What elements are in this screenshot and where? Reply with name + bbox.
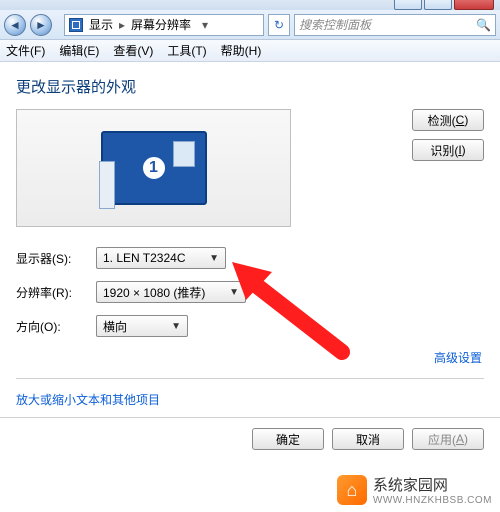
monitor-dropdown[interactable]: 1. LEN T2324C ▼ xyxy=(96,247,226,269)
forward-button[interactable]: ► xyxy=(30,14,52,36)
watermark-url: WWW.HNZKHBSB.COM xyxy=(373,495,492,506)
display-arrangement-box[interactable]: 1 xyxy=(16,109,291,227)
taskbar-icon xyxy=(99,161,115,209)
identify-button[interactable]: 识别(I) xyxy=(412,139,484,161)
close-button[interactable] xyxy=(454,0,494,10)
window-titlebar xyxy=(0,0,500,10)
chevron-down-icon: ▼ xyxy=(209,253,219,264)
watermark: ⌂ 系统家园网 WWW.HNZKHBSB.COM xyxy=(333,472,496,508)
content-pane: 更改显示器的外观 1 检测(C) 识别(I) 显示器(S): 1. LEN T2… xyxy=(0,62,500,455)
detect-button[interactable]: 检测(C) xyxy=(412,109,484,131)
label-resolution: 分辨率(R): xyxy=(16,284,96,301)
resolution-value: 1920 × 1080 (推荐) xyxy=(103,284,205,301)
menu-help[interactable]: 帮助(H) xyxy=(221,42,262,59)
watermark-title: 系统家园网 xyxy=(373,474,492,495)
menu-edit[interactable]: 编辑(E) xyxy=(59,42,99,59)
chevron-down-icon: ▼ xyxy=(171,321,181,332)
advanced-settings-link[interactable]: 高级设置 xyxy=(434,351,482,365)
row-resolution: 分辨率(R): 1920 × 1080 (推荐) ▼ xyxy=(16,281,484,303)
watermark-logo-icon: ⌂ xyxy=(337,475,367,505)
refresh-button[interactable]: ↻ xyxy=(268,14,290,36)
address-bar: ◄ ► 显示 ▸ 屏幕分辨率 ▾ ↻ 搜索控制面板 🔍 xyxy=(0,10,500,40)
control-panel-icon xyxy=(69,18,83,32)
back-button[interactable]: ◄ xyxy=(4,14,26,36)
search-input[interactable]: 搜索控制面板 🔍 xyxy=(294,14,496,36)
chevron-down-icon: ▼ xyxy=(229,287,239,298)
label-monitor: 显示器(S): xyxy=(16,250,96,267)
monitor-number-badge: 1 xyxy=(141,155,167,181)
ok-button[interactable]: 确定 xyxy=(252,428,324,450)
text-scaling-link[interactable]: 放大或缩小文本和其他项目 xyxy=(16,393,160,407)
resolution-dropdown[interactable]: 1920 × 1080 (推荐) ▼ xyxy=(96,281,246,303)
minimize-button[interactable] xyxy=(394,0,422,10)
search-icon: 🔍 xyxy=(476,18,491,32)
row-orientation: 方向(O): 横向 ▼ xyxy=(16,315,484,337)
window-controls xyxy=(394,0,494,10)
menu-tools[interactable]: 工具(T) xyxy=(167,42,206,59)
orientation-dropdown[interactable]: 横向 ▼ xyxy=(96,315,188,337)
maximize-button[interactable] xyxy=(424,0,452,10)
row-monitor: 显示器(S): 1. LEN T2324C ▼ xyxy=(16,247,484,269)
breadcrumb-dropdown[interactable]: ▾ xyxy=(197,18,213,32)
orientation-value: 横向 xyxy=(103,318,127,335)
arrangement-buttons: 检测(C) 识别(I) xyxy=(412,109,484,161)
monitor-value: 1. LEN T2324C xyxy=(103,251,186,265)
page-title: 更改显示器的外观 xyxy=(16,76,484,97)
crumb-resolution[interactable]: 屏幕分辨率 xyxy=(131,16,191,33)
window-icon xyxy=(173,141,195,167)
monitor-thumbnail[interactable]: 1 xyxy=(101,131,207,205)
menu-view[interactable]: 查看(V) xyxy=(113,42,153,59)
cancel-button[interactable]: 取消 xyxy=(332,428,404,450)
menu-bar: 文件(F) 编辑(E) 查看(V) 工具(T) 帮助(H) xyxy=(0,40,500,62)
crumb-display[interactable]: 显示 xyxy=(89,16,113,33)
menu-file[interactable]: 文件(F) xyxy=(6,42,45,59)
display-arrangement-row: 1 检测(C) 识别(I) xyxy=(16,109,484,227)
advanced-settings-row: 高级设置 xyxy=(16,349,482,366)
settings-form: 显示器(S): 1. LEN T2324C ▼ 分辨率(R): 1920 × 1… xyxy=(16,247,484,337)
search-placeholder: 搜索控制面板 xyxy=(299,16,371,33)
apply-button[interactable]: 应用(A) xyxy=(412,428,484,450)
label-orientation: 方向(O): xyxy=(16,318,96,335)
chevron-right-icon: ▸ xyxy=(119,18,125,32)
breadcrumb[interactable]: 显示 ▸ 屏幕分辨率 ▾ xyxy=(64,14,264,36)
dialog-footer: 确定 取消 应用(A) xyxy=(0,417,500,460)
